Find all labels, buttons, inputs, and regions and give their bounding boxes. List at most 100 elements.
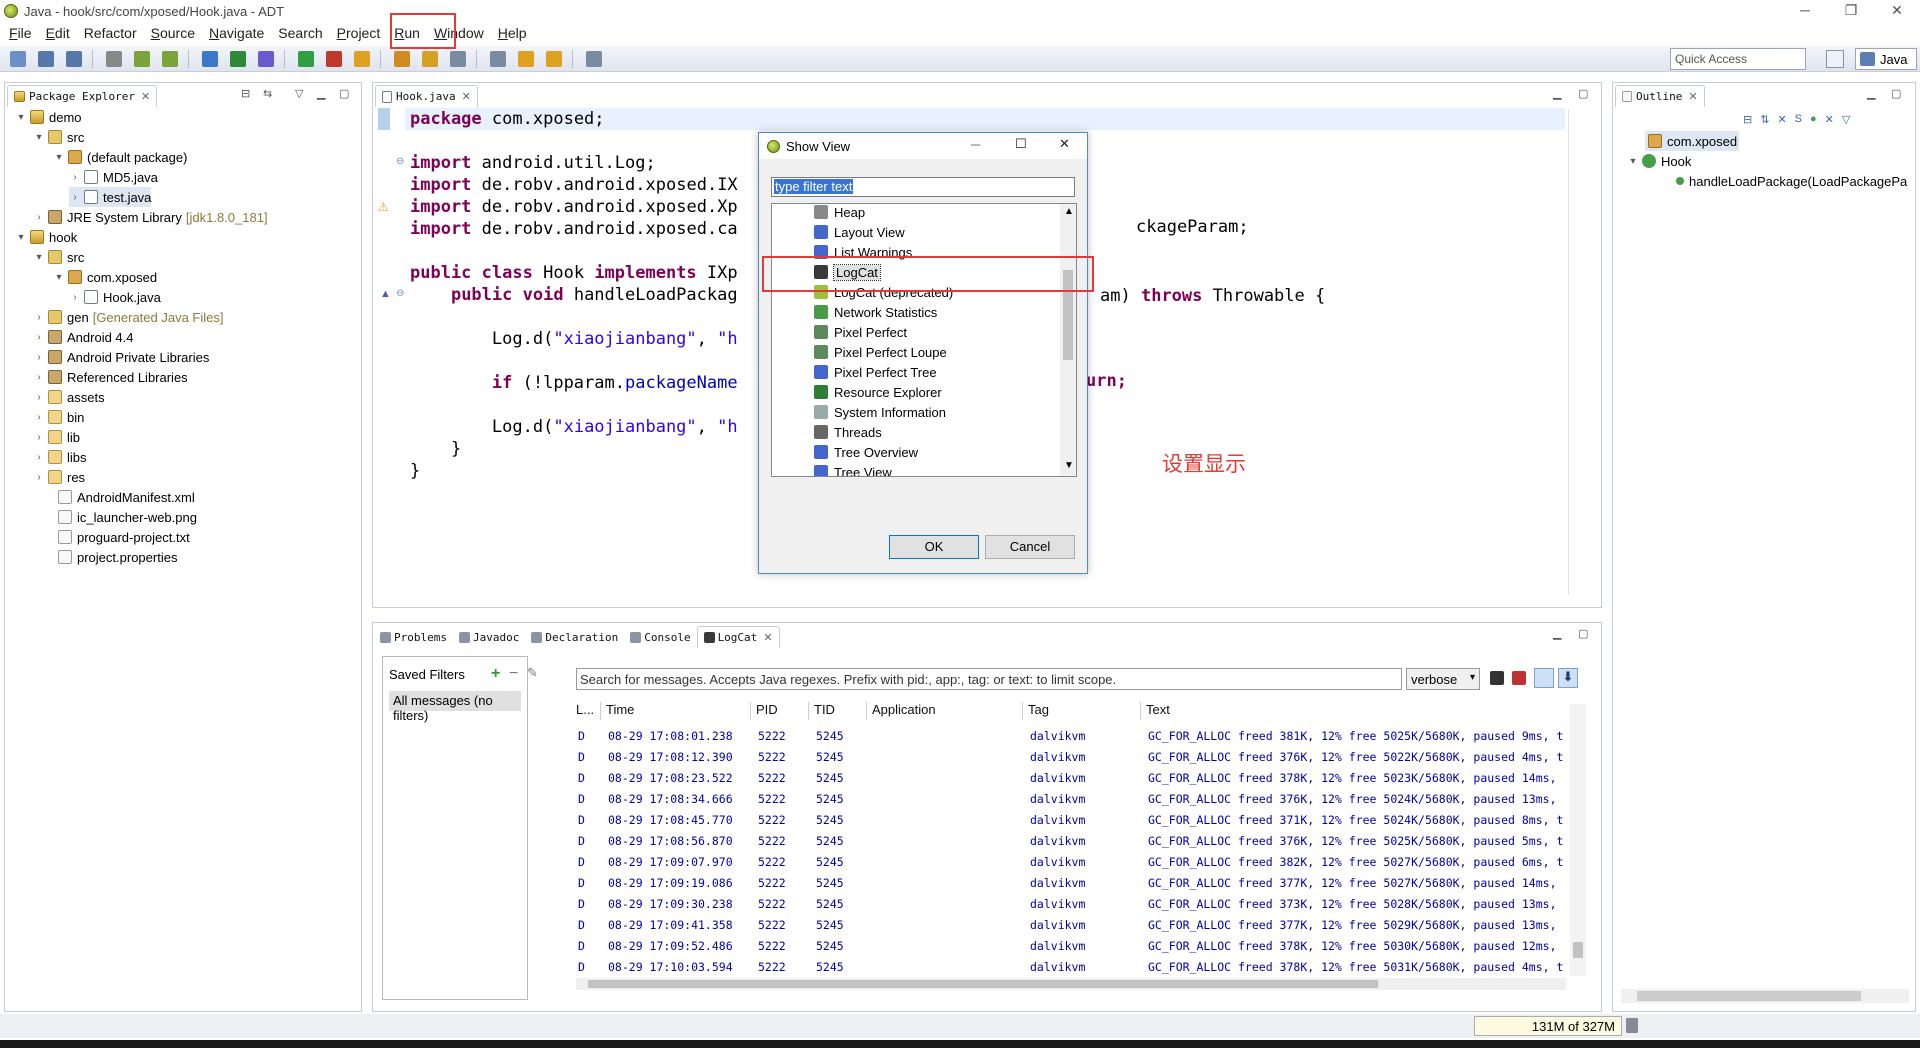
next-annotation-icon[interactable] xyxy=(450,51,466,67)
new-class-icon[interactable] xyxy=(354,51,370,67)
android-sdk-icon[interactable] xyxy=(134,51,150,67)
scrollbar-thumb[interactable] xyxy=(1573,942,1583,958)
lint-icon[interactable] xyxy=(202,51,218,67)
open-perspective-icon[interactable] xyxy=(1826,50,1844,68)
tree-item[interactable]: ▾ com.xposed xyxy=(53,267,157,287)
menu-file[interactable]: File xyxy=(4,25,37,41)
menu-refactor[interactable]: Refactor xyxy=(79,25,142,41)
toggle-columns-icon[interactable] xyxy=(1534,668,1554,688)
tab-outline[interactable]: Outline ✕ xyxy=(1615,85,1705,107)
outline-item-package[interactable]: com.xposed xyxy=(1645,131,1740,151)
column-header[interactable]: Time xyxy=(606,702,634,717)
maximize-dialog-button[interactable]: ☐ xyxy=(1015,136,1027,152)
view-item[interactable]: Resource Explorer xyxy=(814,382,942,402)
forward-icon[interactable] xyxy=(546,51,562,67)
filter-all-messages[interactable]: All messages (no filters) xyxy=(389,691,521,723)
chevron-right-icon[interactable]: › xyxy=(33,332,45,343)
run-icon[interactable] xyxy=(298,51,314,67)
chevron-right-icon[interactable]: › xyxy=(33,452,45,463)
minimize-button[interactable]: ─ xyxy=(1782,0,1828,22)
tree-item[interactable]: › Android 4.4 xyxy=(33,327,133,347)
prev-annotation-icon[interactable] xyxy=(490,51,506,67)
cancel-button[interactable]: Cancel xyxy=(985,535,1075,559)
tree-item[interactable]: project.properties xyxy=(43,547,177,567)
menu-edit[interactable]: Edit xyxy=(41,25,75,41)
scrollbar-thumb[interactable] xyxy=(588,980,1378,988)
debug-icon[interactable] xyxy=(258,51,274,67)
logcat-search-input[interactable]: Search for messages. Accepts Java regexe… xyxy=(576,668,1402,690)
view-item[interactable]: Tree Overview xyxy=(814,442,918,462)
clear-log-icon[interactable] xyxy=(1512,671,1526,685)
minimize-view-icon[interactable]: ▁ xyxy=(1553,87,1561,100)
back-icon[interactable] xyxy=(518,51,534,67)
tree-item[interactable]: › Hook.java xyxy=(69,287,160,307)
open-type-icon[interactable] xyxy=(394,51,410,67)
menu-search[interactable]: Search xyxy=(273,25,327,41)
tree-item[interactable]: › res xyxy=(33,467,85,487)
menu-source[interactable]: Source xyxy=(146,25,200,41)
outline-horizontal-scrollbar[interactable] xyxy=(1621,989,1909,1003)
view-list-scrollbar[interactable]: ▲ ▼ xyxy=(1060,204,1076,476)
add-filter-icon[interactable]: + xyxy=(491,665,500,683)
tree-item[interactable]: › test.java xyxy=(69,187,152,207)
outline-item-method[interactable]: handleLoadPackage(LoadPackagePa xyxy=(1673,171,1907,191)
ok-button[interactable]: OK xyxy=(889,535,979,559)
logcat-vertical-scrollbar[interactable] xyxy=(1570,704,1586,976)
maximize-view-icon[interactable]: ▢ xyxy=(1891,87,1901,100)
tab-declaration[interactable]: Declaration xyxy=(525,626,624,648)
chevron-right-icon[interactable]: › xyxy=(33,372,45,383)
tree-item[interactable]: › libs xyxy=(33,447,86,467)
close-window-button[interactable]: ✕ xyxy=(1874,0,1920,22)
log-level-select[interactable]: verbose ▾ xyxy=(1406,668,1480,690)
column-header[interactable]: Tag xyxy=(1028,702,1049,717)
chevron-right-icon[interactable]: › xyxy=(33,212,45,223)
close-dialog-button[interactable]: ✕ xyxy=(1059,136,1070,152)
scroll-lock-icon[interactable]: ⬇ xyxy=(1558,668,1578,688)
tree-item[interactable]: ▾ src xyxy=(33,127,84,147)
edit-filter-icon[interactable]: ✎ xyxy=(527,665,538,681)
hide-local-types-icon[interactable]: ✕ xyxy=(1825,113,1834,126)
pin-editor-icon[interactable] xyxy=(586,51,602,67)
chevron-down-icon[interactable]: ▼ xyxy=(1064,460,1074,471)
chevron-right-icon[interactable]: › xyxy=(69,192,81,203)
maximize-view-icon[interactable]: ▢ xyxy=(1578,87,1588,100)
view-item[interactable]: Layout View xyxy=(814,222,905,242)
tree-item[interactable]: › Android Private Libraries xyxy=(33,347,209,367)
collapse-all-icon[interactable]: ⊟ xyxy=(1743,113,1752,126)
view-menu-icon[interactable]: ▽ xyxy=(1842,113,1850,126)
tree-item[interactable]: › assets xyxy=(33,387,104,407)
minimize-dialog-button[interactable]: ─ xyxy=(971,137,980,152)
chevron-right-icon[interactable]: › xyxy=(33,472,45,483)
maximize-view-icon[interactable]: ▢ xyxy=(339,87,349,100)
tab-package-explorer[interactable]: Package Explorer ✕ xyxy=(7,85,158,107)
minimize-view-icon[interactable]: ▁ xyxy=(1553,627,1561,640)
tree-item[interactable]: › gen [Generated Java Files] xyxy=(33,307,223,327)
tree-item[interactable]: ic_launcher-web.png xyxy=(43,507,197,527)
minimize-view-icon[interactable]: ▁ xyxy=(1867,87,1875,100)
view-item[interactable]: Pixel Perfect Loupe xyxy=(814,342,947,362)
chevron-down-icon[interactable]: ▾ xyxy=(53,152,65,163)
save-icon[interactable] xyxy=(38,51,54,67)
new-icon[interactable] xyxy=(10,51,26,67)
tree-item[interactable]: › bin xyxy=(33,407,84,427)
view-item[interactable]: Pixel Perfect xyxy=(814,322,907,342)
tree-item[interactable]: › MD5.java xyxy=(69,167,158,187)
tree-item[interactable]: ▾ (default package) xyxy=(53,147,187,167)
tree-item[interactable]: ▾ src xyxy=(33,247,84,267)
junit-icon[interactable] xyxy=(230,51,246,67)
filter-input[interactable]: type filter text xyxy=(771,177,1075,197)
chevron-down-icon[interactable]: ▾ xyxy=(15,232,27,243)
hide-fields-icon[interactable]: ✕ xyxy=(1777,113,1786,126)
save-log-icon[interactable] xyxy=(1490,671,1504,685)
column-header[interactable]: Application xyxy=(872,702,936,717)
tree-item[interactable]: ▾ hook xyxy=(15,227,77,247)
tab-logcat[interactable]: LogCat ✕ xyxy=(696,626,780,648)
restore-button[interactable]: ❐ xyxy=(1828,0,1874,22)
chevron-right-icon[interactable]: › xyxy=(33,312,45,323)
collapse-all-icon[interactable]: ⊟ xyxy=(241,87,250,100)
run-external-icon[interactable] xyxy=(326,51,342,67)
tree-item[interactable]: AndroidManifest.xml xyxy=(43,487,195,507)
chevron-down-icon[interactable]: ▾ xyxy=(33,252,45,263)
tab-console[interactable]: Console xyxy=(624,626,696,648)
view-menu-icon[interactable]: ▽ xyxy=(295,87,303,100)
